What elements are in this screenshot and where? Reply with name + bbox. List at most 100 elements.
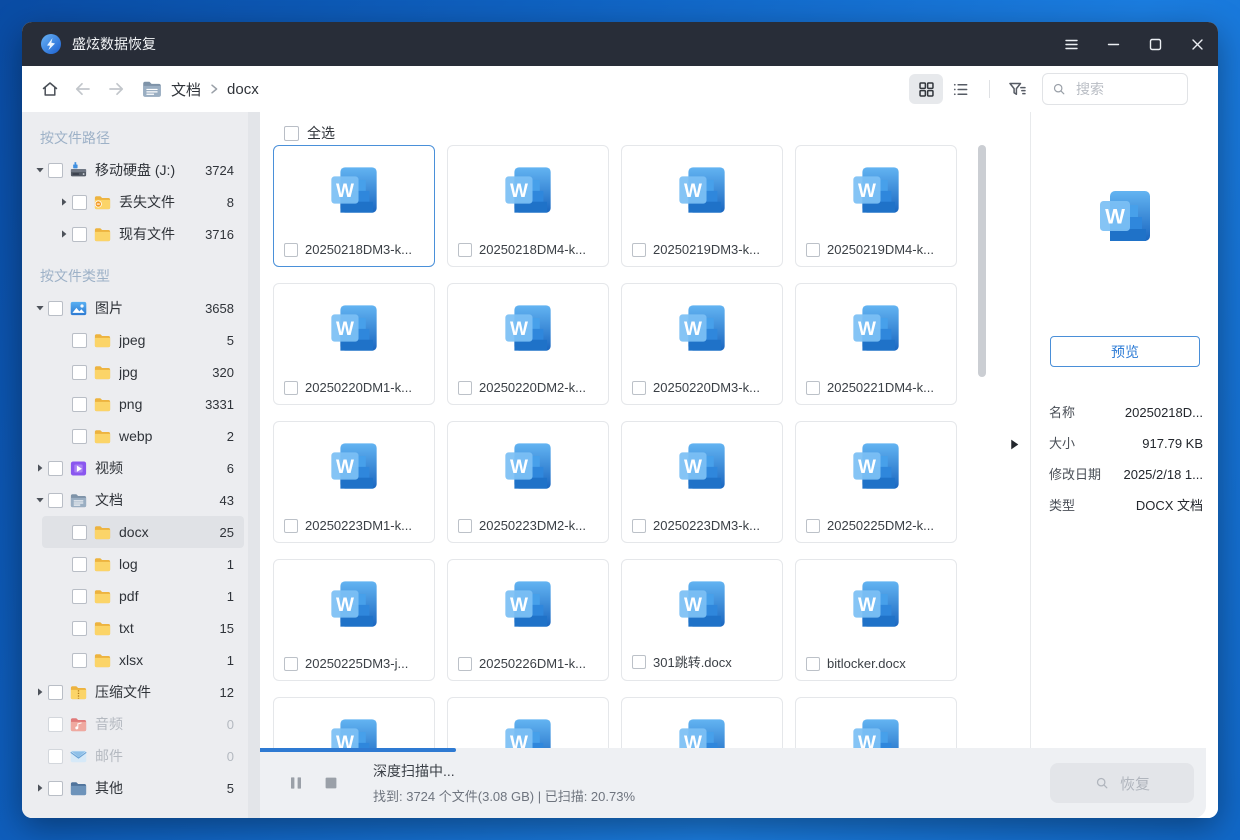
sidebar-item-checkbox[interactable] [48, 493, 63, 508]
sidebar-item-checkbox[interactable] [72, 227, 87, 242]
sidebar-item-j[interactable]: 移动硬盘 (J:)3724 [22, 154, 248, 186]
sidebar-item-item[interactable]: 邮件0 [22, 740, 248, 772]
select-all-checkbox[interactable] [284, 126, 299, 141]
sidebar-item-pdf[interactable]: pdf1 [22, 580, 248, 612]
sidebar-item-checkbox[interactable] [72, 429, 87, 444]
sidebar-item-item[interactable]: 丢失文件8 [22, 186, 248, 218]
file-card[interactable]: W20250223DM2-k... [447, 421, 609, 543]
file-card[interactable]: W301跳转.docx [621, 559, 783, 681]
file-checkbox[interactable] [458, 243, 472, 257]
sidebar-item-checkbox[interactable] [72, 589, 87, 604]
preview-button[interactable]: 预览 [1050, 336, 1200, 367]
file-checkbox[interactable] [458, 519, 472, 533]
file-card[interactable]: W20250225DM3-j... [273, 559, 435, 681]
file-card[interactable]: W20250218DM3-k... [273, 145, 435, 267]
sidebar-item-txt[interactable]: txt15 [22, 612, 248, 644]
caret-down-icon[interactable] [32, 165, 48, 175]
recover-button[interactable]: 恢复 [1050, 763, 1194, 803]
sidebar-item-item[interactable]: 其他5 [22, 772, 248, 804]
sidebar-item-checkbox[interactable] [48, 301, 63, 316]
caret-right-icon[interactable] [32, 463, 48, 473]
search-box[interactable] [1042, 73, 1188, 105]
grid-scrollbar-thumb[interactable] [978, 145, 986, 377]
caret-right-icon[interactable] [56, 197, 72, 207]
sidebar-item-item[interactable]: 图片3658 [22, 292, 248, 324]
caret-right-icon[interactable] [56, 229, 72, 239]
maximize-icon[interactable] [1134, 22, 1176, 66]
breadcrumb-item-docx[interactable]: docx [227, 81, 259, 98]
file-checkbox[interactable] [632, 381, 646, 395]
pause-icon[interactable] [288, 775, 304, 791]
file-card[interactable]: W20250220DM3-k... [621, 283, 783, 405]
caret-down-icon[interactable] [32, 303, 48, 313]
sidebar-item-checkbox[interactable] [48, 717, 63, 732]
sidebar-item-checkbox[interactable] [48, 749, 63, 764]
file-card[interactable]: W20250220DM1-k... [273, 283, 435, 405]
back-arrow-icon[interactable] [73, 79, 93, 99]
grid-view-toggle[interactable] [909, 74, 943, 104]
file-checkbox[interactable] [284, 519, 298, 533]
sidebar-item-xlsx[interactable]: xlsx1 [22, 644, 248, 676]
sidebar-item-png[interactable]: png3331 [22, 388, 248, 420]
sidebar-item-webp[interactable]: webp2 [22, 420, 248, 452]
file-card[interactable]: W20250219DM4-k... [795, 145, 957, 267]
file-checkbox[interactable] [632, 519, 646, 533]
file-checkbox[interactable] [632, 655, 646, 669]
search-input[interactable] [1074, 80, 1164, 98]
file-card[interactable]: W20250220DM2-k... [447, 283, 609, 405]
minimize-icon[interactable] [1092, 22, 1134, 66]
list-view-toggle[interactable] [943, 74, 977, 104]
filter-icon[interactable] [1002, 74, 1032, 104]
breadcrumb-item-documents[interactable]: 文档 [171, 79, 201, 100]
file-checkbox[interactable] [458, 381, 472, 395]
file-checkbox[interactable] [458, 657, 472, 671]
sidebar-item-item[interactable]: 压缩文件12 [22, 676, 248, 708]
file-card[interactable]: W20250226DM1-k... [447, 559, 609, 681]
file-card[interactable]: W20250221DM4-k... [795, 283, 957, 405]
sidebar-item-checkbox[interactable] [72, 333, 87, 348]
sidebar-item-checkbox[interactable] [72, 365, 87, 380]
sidebar-item-docx[interactable]: docx25 [42, 516, 244, 548]
sidebar-item-checkbox[interactable] [48, 781, 63, 796]
sidebar-item-jpeg[interactable]: jpeg5 [22, 324, 248, 356]
stop-icon[interactable] [323, 775, 339, 791]
menu-icon[interactable] [1050, 22, 1092, 66]
sidebar-item-checkbox[interactable] [48, 461, 63, 476]
file-checkbox[interactable] [806, 657, 820, 671]
sidebar-item-item[interactable]: 现有文件3716 [22, 218, 248, 250]
sidebar-item-checkbox[interactable] [72, 525, 87, 540]
caret-right-icon[interactable] [32, 687, 48, 697]
file-card[interactable]: W20250223DM3-k... [621, 421, 783, 543]
sidebar-item-checkbox[interactable] [72, 621, 87, 636]
file-checkbox[interactable] [284, 381, 298, 395]
sidebar-item-log[interactable]: log1 [22, 548, 248, 580]
panel-collapse-icon[interactable] [1008, 438, 1021, 451]
sidebar-item-jpg[interactable]: jpg320 [22, 356, 248, 388]
file-checkbox[interactable] [806, 519, 820, 533]
file-checkbox[interactable] [806, 381, 820, 395]
file-card[interactable]: W20250219DM3-k... [621, 145, 783, 267]
sidebar-item-item[interactable]: 视频6 [22, 452, 248, 484]
file-checkbox[interactable] [284, 243, 298, 257]
sidebar-item-item[interactable]: 音频0 [22, 708, 248, 740]
sidebar-item-checkbox[interactable] [72, 195, 87, 210]
close-icon[interactable] [1176, 22, 1218, 66]
file-card[interactable]: W20250225DM2-k... [795, 421, 957, 543]
file-card[interactable]: W20250223DM1-k... [273, 421, 435, 543]
sidebar-item-checkbox[interactable] [48, 685, 63, 700]
file-checkbox[interactable] [806, 243, 820, 257]
file-card[interactable]: Wbitlocker.docx [795, 559, 957, 681]
file-card[interactable]: W20250218DM4-k... [447, 145, 609, 267]
sidebar-item-checkbox[interactable] [72, 653, 87, 668]
sidebar-item-checkbox[interactable] [72, 397, 87, 412]
caret-right-icon[interactable] [32, 783, 48, 793]
file-checkbox[interactable] [632, 243, 646, 257]
home-icon[interactable] [40, 79, 60, 99]
sidebar-item-item[interactable]: 文档43 [22, 484, 248, 516]
sidebar-item-checkbox[interactable] [72, 557, 87, 572]
caret-down-icon[interactable] [32, 495, 48, 505]
sidebar-item-checkbox[interactable] [48, 163, 63, 178]
select-all-row[interactable]: 全选 [284, 124, 1030, 142]
forward-arrow-icon[interactable] [106, 79, 126, 99]
file-checkbox[interactable] [284, 657, 298, 671]
